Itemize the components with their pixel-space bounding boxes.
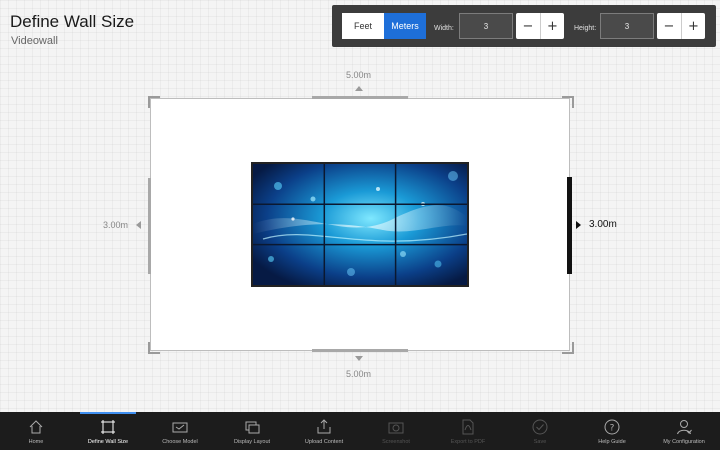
help-icon: ? <box>604 419 620 435</box>
nav-label: Home <box>28 439 44 445</box>
camera-icon <box>388 422 404 434</box>
feet-button[interactable]: Feet <box>342 13 384 39</box>
page-subtitle: Videowall <box>11 35 58 47</box>
bottom-nav: Home Define Wall Size Choose Model Displ… <box>0 412 720 450</box>
width-decrease-button[interactable]: − <box>516 13 540 39</box>
crop-icon <box>101 420 115 434</box>
nav-define-wall-size[interactable]: Define Wall Size <box>72 412 144 450</box>
right-dimension-label: 3.00m <box>589 219 617 230</box>
nav-label: My Configuration <box>663 439 705 445</box>
height-increase-button[interactable]: + <box>681 13 705 39</box>
layout-icon <box>245 421 260 434</box>
upload-icon <box>317 419 331 434</box>
svg-text:?: ? <box>610 424 615 434</box>
bottom-resize-handle[interactable] <box>312 349 408 352</box>
user-icon <box>677 420 692 435</box>
wall-corner-handle[interactable] <box>562 342 574 354</box>
top-resize-handle[interactable] <box>312 96 408 99</box>
nav-export-pdf[interactable]: Export to PDF <box>432 412 504 450</box>
nav-label: Display Layout <box>233 439 271 445</box>
videowall-image <box>253 164 468 285</box>
height-decrease-button[interactable]: − <box>657 13 681 39</box>
monitor-icon <box>172 422 188 433</box>
unit-toggle: Feet Meters <box>342 13 426 39</box>
left-resize-handle[interactable] <box>148 178 151 274</box>
nav-upload-content[interactable]: Upload Content <box>288 412 360 450</box>
width-input[interactable] <box>459 13 513 39</box>
nav-label: Upload Content <box>304 439 344 445</box>
bottom-dimension-label: 5.00m <box>346 369 372 379</box>
top-expand-arrow-icon[interactable] <box>355 86 363 91</box>
left-dimension-label: 3.00m <box>103 220 129 230</box>
pdf-icon <box>462 419 474 435</box>
top-dimension-label: 5.00m <box>346 70 372 80</box>
nav-choose-model[interactable]: Choose Model <box>144 412 216 450</box>
home-icon <box>29 420 43 434</box>
nav-label: Choose Model <box>162 439 198 445</box>
nav-save[interactable]: Save <box>504 412 576 450</box>
size-toolbar: Feet Meters Width: − + Height: − + <box>332 5 716 47</box>
meters-button[interactable]: Meters <box>384 13 426 39</box>
left-expand-arrow-icon[interactable] <box>136 221 141 229</box>
nav-label: Define Wall Size <box>87 439 129 445</box>
nav-home[interactable]: Home <box>0 412 72 450</box>
nav-display-layout[interactable]: Display Layout <box>216 412 288 450</box>
width-label: Width: <box>434 25 454 32</box>
nav-label: Help Guide <box>598 439 626 445</box>
nav-label: Export to PDF <box>450 439 486 445</box>
bottom-expand-arrow-icon[interactable] <box>355 356 363 361</box>
width-increase-button[interactable]: + <box>540 13 564 39</box>
wall-corner-handle[interactable] <box>148 342 160 354</box>
wall-corner-handle[interactable] <box>148 96 160 108</box>
page-title: Define Wall Size <box>10 12 135 31</box>
height-input[interactable] <box>600 13 654 39</box>
nav-screenshot[interactable]: Screenshot <box>360 412 432 450</box>
nav-help-guide[interactable]: ? Help Guide <box>576 412 648 450</box>
videowall-preview <box>251 162 469 287</box>
width-stepper: − + <box>516 13 564 39</box>
wall-corner-handle[interactable] <box>562 96 574 108</box>
height-label: Height: <box>574 25 597 32</box>
right-expand-arrow-icon[interactable] <box>576 221 581 229</box>
nav-label: Screenshot <box>382 439 410 445</box>
nav-my-configuration[interactable]: My Configuration <box>648 412 720 450</box>
check-icon <box>532 419 548 435</box>
height-stepper: − + <box>657 13 705 39</box>
right-resize-handle[interactable] <box>567 177 572 274</box>
nav-label: Save <box>533 439 547 445</box>
